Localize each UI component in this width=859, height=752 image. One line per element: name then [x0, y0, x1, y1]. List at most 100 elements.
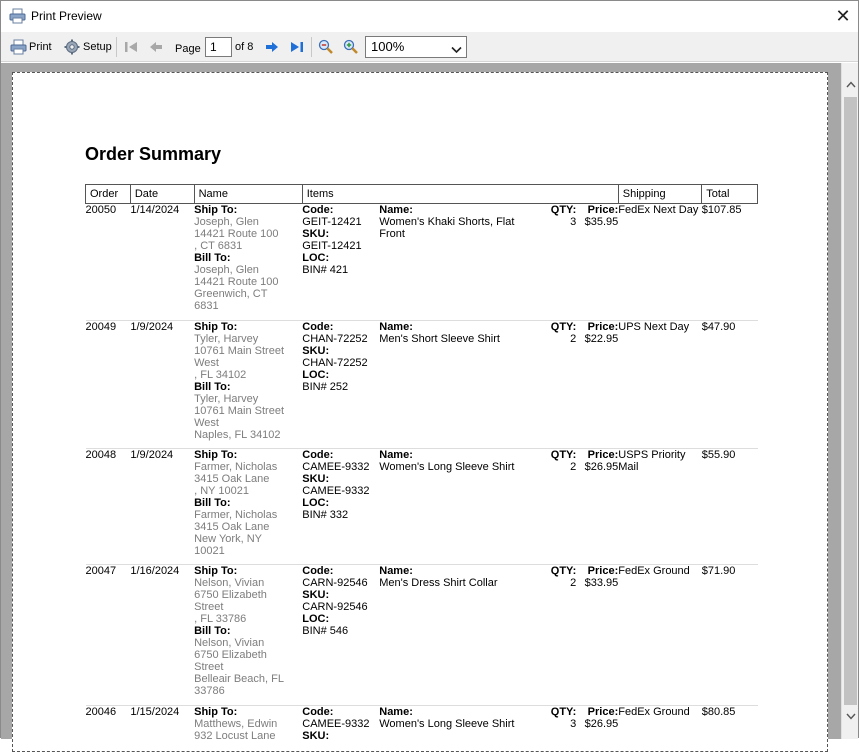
bill-to-line: West	[194, 417, 302, 429]
price-label: Price:	[588, 449, 619, 461]
sku-label: SKU:	[302, 730, 329, 742]
ship-to-line: , NY 10021	[194, 485, 302, 497]
ship-to-label: Ship To:	[194, 449, 302, 461]
price-label: Price:	[588, 565, 619, 577]
ship-to-line: 6750 Elizabeth	[194, 589, 302, 601]
arrow-right-icon	[264, 40, 280, 54]
column-header: Shipping	[618, 185, 701, 204]
shipping-method: FedEx Ground	[618, 565, 701, 706]
bill-to-label: Bill To:	[194, 381, 302, 393]
bill-to-line: 6831	[194, 300, 302, 312]
sku-label: SKU:	[302, 589, 329, 601]
order-total: $71.90	[702, 565, 758, 706]
column-header: Name	[194, 185, 302, 204]
vertical-scrollbar[interactable]	[841, 63, 858, 739]
shipping-method: USPS Priority Mail	[618, 449, 701, 565]
item-name: Men's Dress Shirt Collar	[379, 577, 497, 589]
order-date: 1/14/2024	[130, 204, 194, 321]
bill-to-line: 3415 Oak Lane	[194, 521, 302, 533]
address-cell: Ship To: Nelson, Vivian 6750 Elizabeth S…	[194, 565, 302, 706]
gear-icon	[64, 39, 80, 55]
scroll-down-button[interactable]	[842, 707, 859, 724]
toolbar-separator	[116, 37, 117, 57]
name-label: Name:	[379, 706, 413, 718]
item-name: Men's Short Sleeve Shirt	[379, 333, 500, 345]
bill-to-line: Nelson, Vivian	[194, 637, 302, 649]
code-label: Code:	[302, 204, 333, 216]
toolbar: Print Setup	[1, 32, 858, 62]
items-cell: Code: CHAN-72252 SKU: CHAN-72252 LOC: BI…	[302, 321, 618, 449]
name-label: Name:	[379, 321, 413, 333]
next-page-button[interactable]	[264, 32, 280, 62]
bill-to-line: Belleair Beach, FL	[194, 673, 302, 685]
ship-to-line: Matthews, Edwin	[194, 718, 302, 730]
code-label: Code:	[302, 449, 333, 461]
zoom-dropdown[interactable]: 100%	[365, 36, 467, 58]
column-header: Order	[86, 185, 131, 204]
bill-to-line: Street	[194, 661, 302, 673]
bill-to-line: 10021	[194, 545, 302, 557]
close-button[interactable]: ✕	[828, 1, 858, 32]
address-cell: Ship To: Matthews, Edwin 932 Locust Lane	[194, 706, 302, 752]
price-label: Price:	[588, 321, 619, 333]
sku-label: SKU:	[302, 228, 329, 240]
code-label: Code:	[302, 706, 333, 718]
bill-to-label: Bill To:	[194, 252, 302, 264]
scroll-up-button[interactable]	[842, 75, 859, 92]
order-total: $80.85	[702, 706, 758, 752]
last-page-button[interactable]	[289, 32, 305, 62]
page-number-input[interactable]	[205, 37, 232, 57]
item-name: Women's Long Sleeve Shirt	[379, 718, 514, 730]
ship-to-line: Tyler, Harvey	[194, 333, 302, 345]
ship-to-line: 14421 Route 100	[194, 228, 302, 240]
ship-to-line: Nelson, Vivian	[194, 577, 302, 589]
previous-page-button[interactable]	[148, 32, 164, 62]
item-code: CHAN-72252	[302, 333, 367, 345]
orders-table: Order Date Name Items Shipping Total 200…	[85, 184, 758, 752]
ship-to-label: Ship To:	[194, 565, 302, 577]
item-code: CARN-92546	[302, 577, 367, 589]
first-page-button[interactable]	[123, 32, 139, 62]
zoom-in-button[interactable]	[343, 32, 359, 62]
item-price: $35.95	[585, 216, 619, 228]
order-total: $107.85	[702, 204, 758, 321]
bill-to-line: Farmer, Nicholas	[194, 509, 302, 521]
ship-to-line: 3415 Oak Lane	[194, 473, 302, 485]
ship-to-line: Joseph, Glen	[194, 216, 302, 228]
sku-label: SKU:	[302, 345, 329, 357]
ship-to-line: 10761 Main Street	[194, 345, 302, 357]
order-total: $47.90	[702, 321, 758, 449]
scrollbar-thumb[interactable]	[844, 97, 857, 705]
order-number: 20048	[86, 449, 131, 565]
item-sku: CARN-92546	[302, 601, 367, 613]
item-code: CAMEE-9332	[302, 461, 369, 473]
items-cell: Code: CAMEE-9332 SKU: Name: Women's Long…	[302, 706, 618, 752]
qty-label: QTY:	[551, 565, 576, 577]
qty-label: QTY:	[551, 321, 576, 333]
address-cell: Ship To: Tyler, Harvey 10761 Main Street…	[194, 321, 302, 449]
shipping-method: FedEx Next Day	[618, 204, 701, 321]
zoom-out-button[interactable]	[318, 32, 334, 62]
ship-to-line: , CT 6831	[194, 240, 302, 252]
bill-to-line: 33786	[194, 685, 302, 697]
setup-button[interactable]: Setup	[64, 32, 112, 62]
print-button[interactable]: Print	[10, 32, 52, 62]
items-cell: Code: GEIT-12421 SKU: GEIT-12421 LOC: BI…	[302, 204, 618, 321]
table-row: 20050 1/14/2024 Ship To: Joseph, Glen 14…	[86, 204, 758, 321]
bill-to-line: Joseph, Glen	[194, 264, 302, 276]
ship-to-line: 932 Locust Lane	[194, 730, 302, 742]
item-sku: GEIT-12421	[302, 240, 361, 252]
order-total: $55.90	[702, 449, 758, 565]
price-label: Price:	[588, 706, 619, 718]
toolbar-separator	[311, 37, 312, 57]
code-label: Code:	[302, 321, 333, 333]
loc-label: LOC:	[302, 252, 329, 264]
ship-to-label: Ship To:	[194, 204, 302, 216]
table-row: 20049 1/9/2024 Ship To: Tyler, Harvey 10…	[86, 321, 758, 449]
item-sku: CHAN-72252	[302, 357, 367, 369]
printer-icon	[10, 39, 27, 55]
print-label: Print	[29, 41, 52, 53]
ship-to-line: West	[194, 357, 302, 369]
item-sku: CAMEE-9332	[302, 485, 369, 497]
chevron-down-icon	[451, 42, 462, 57]
